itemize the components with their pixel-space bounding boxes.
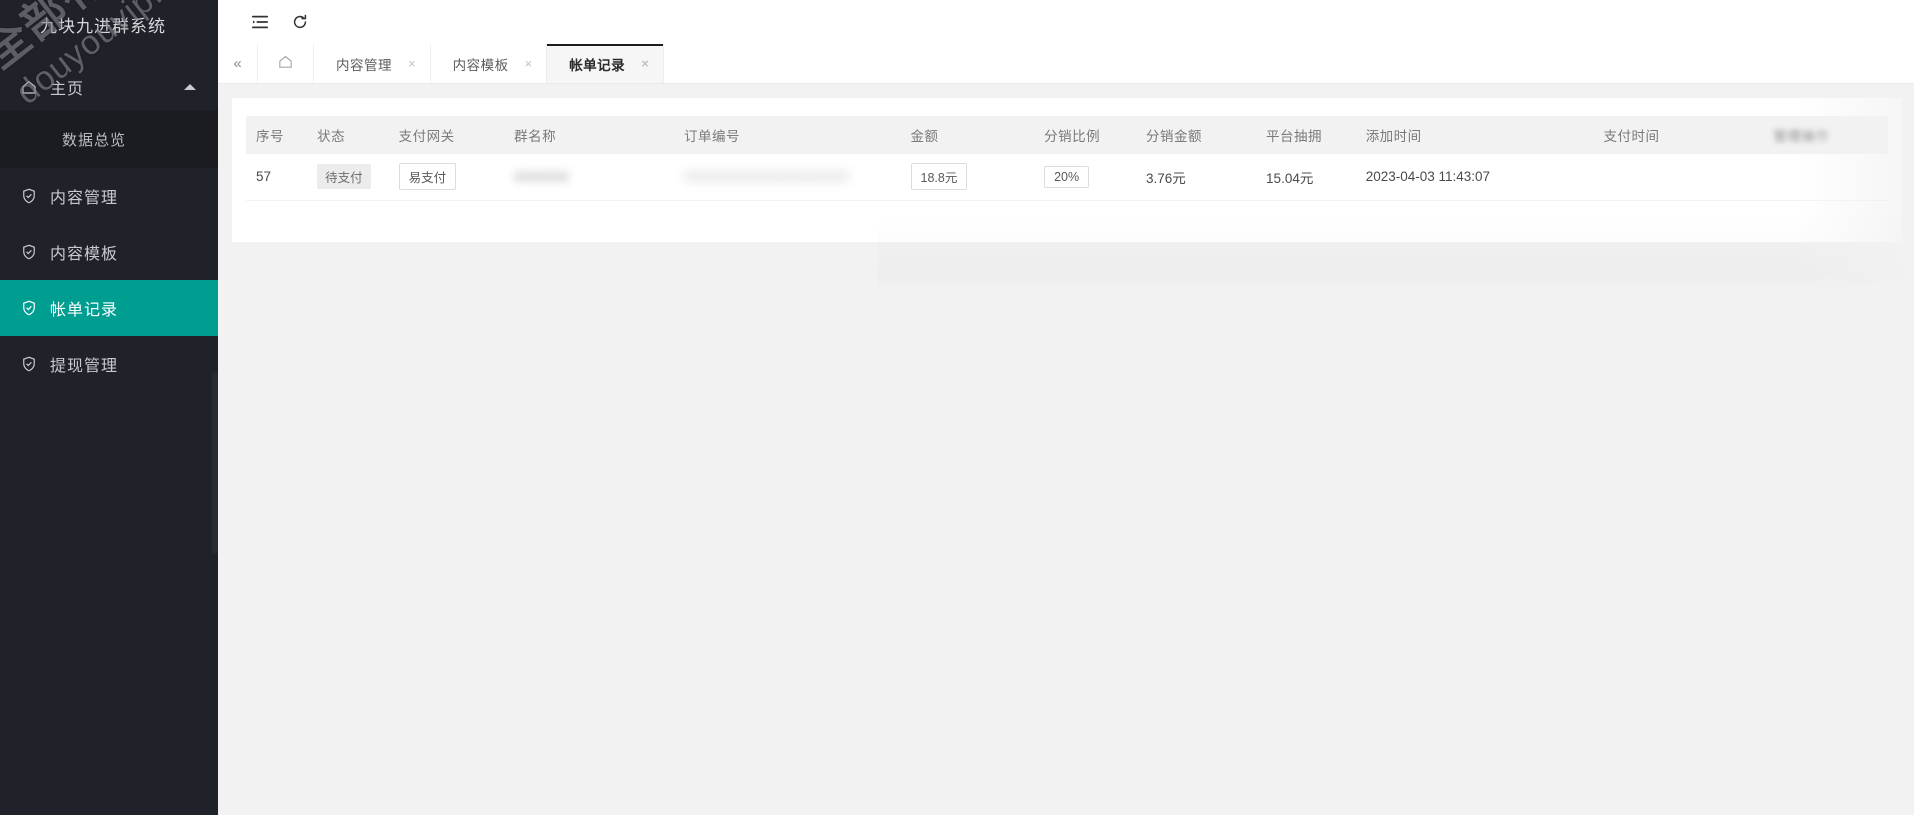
sidebar-item-label: 数据总览 — [62, 131, 127, 149]
sidebar-toggle-button[interactable] — [240, 2, 280, 42]
ratio-badge: 20% — [1044, 165, 1090, 188]
table-header-row: 序号 状态 支付网关 群名称 订单编号 金额 分销比例 分销金额 平台抽拥 添加… — [246, 116, 1888, 154]
chevron-up-icon[interactable] — [184, 84, 196, 90]
cell-status: 待支付 — [307, 154, 389, 201]
sidebar-item-label: 内容模板 — [50, 246, 119, 263]
home-outline-icon — [277, 53, 294, 75]
bill-records-table: 序号 状态 支付网关 群名称 订单编号 金额 分销比例 分销金额 平台抽拥 添加… — [246, 116, 1888, 201]
shield-check-icon — [20, 187, 38, 205]
sidebar-group-home[interactable]: 主页 — [0, 64, 218, 110]
app-logo-text: 九块九进群系统 — [40, 16, 166, 36]
bill-records-card: 序号 状态 支付网关 群名称 订单编号 金额 分销比例 分销金额 平台抽拥 添加… — [232, 98, 1902, 242]
column-header-operations-label: 管理操作 — [1773, 129, 1830, 144]
tabs-scroll-left-button[interactable]: « — [218, 44, 258, 83]
tab-content-template[interactable]: 内容模板 × — [430, 44, 548, 83]
column-header-group[interactable]: 群名称 — [504, 116, 675, 154]
sidebar-item-label: 提现管理 — [50, 358, 119, 375]
amount-badge: 18.8元 — [910, 163, 968, 191]
sidebar-item-label: 内容管理 — [50, 190, 119, 207]
main-area: « 内容管理 × 内容模板 × 帐单记录 × 序号 状态 支付网关 群名称 订单… — [218, 0, 1914, 815]
tab-home-button[interactable] — [258, 44, 314, 83]
content-area: 序号 状态 支付网关 群名称 订单编号 金额 分销比例 分销金额 平台抽拥 添加… — [218, 84, 1914, 815]
sidebar-item-bill-records[interactable]: 帐单记录 — [0, 280, 218, 336]
tab-bar: « 内容管理 × 内容模板 × 帐单记录 × — [218, 44, 1914, 84]
status-badge: 待支付 — [317, 164, 371, 190]
column-header-pay-time[interactable]: 支付时间 — [1593, 116, 1764, 154]
tab-close-icon[interactable]: × — [641, 57, 649, 70]
cell-pay-time — [1593, 154, 1764, 201]
column-header-add-time[interactable]: 添加时间 — [1355, 116, 1594, 154]
top-toolbar — [218, 0, 1914, 44]
column-header-platform-fee[interactable]: 平台抽拥 — [1256, 116, 1356, 154]
column-header-operations[interactable]: 管理操作 — [1763, 116, 1888, 154]
column-header-share[interactable]: 分销金额 — [1136, 116, 1257, 154]
table-row[interactable]: 57 待支付 易支付 XXXXXX XXXXXXXXXXXXXXXXXX 18.… — [246, 154, 1888, 201]
tab-close-icon[interactable]: × — [408, 57, 416, 70]
column-header-index[interactable]: 序号 — [246, 116, 308, 154]
cell-platform-fee: 15.04元 — [1256, 154, 1356, 201]
cell-group-name: XXXXXX — [504, 154, 675, 201]
tab-label: 内容模板 — [452, 57, 509, 73]
column-header-gateway[interactable]: 支付网关 — [388, 116, 505, 154]
table-head: 序号 状态 支付网关 群名称 订单编号 金额 分销比例 分销金额 平台抽拥 添加… — [246, 116, 1888, 154]
sidebar-item-data-overview[interactable]: 数据总览 — [0, 110, 218, 168]
chevrons-left-icon: « — [233, 55, 242, 72]
sidebar-group-home-label: 主页 — [50, 81, 85, 98]
sidebar-subnav-home: 数据总览 — [0, 110, 218, 168]
cell-ratio: 20% — [1034, 154, 1137, 201]
shield-check-icon — [20, 243, 38, 261]
cell-index: 57 — [246, 154, 308, 201]
group-name-value: XXXXXX — [514, 169, 570, 185]
shield-check-icon — [20, 299, 38, 317]
refresh-button[interactable] — [280, 2, 320, 42]
cell-add-time: 2023-04-03 11:43:07 — [1355, 154, 1594, 201]
home-icon — [20, 78, 38, 96]
tab-bill-records[interactable]: 帐单记录 × — [547, 44, 664, 83]
refresh-icon — [291, 13, 309, 31]
column-header-ratio[interactable]: 分销比例 — [1034, 116, 1137, 154]
order-number-value: XXXXXXXXXXXXXXXXXX — [684, 169, 850, 185]
sidebar-scrollbar[interactable] — [212, 372, 218, 554]
sidebar-item-withdraw-management[interactable]: 提现管理 — [0, 336, 218, 392]
gateway-badge: 易支付 — [398, 163, 457, 191]
cell-amount: 18.8元 — [900, 154, 1035, 201]
cell-operations[interactable] — [1763, 154, 1888, 201]
sidebar-item-content-management[interactable]: 内容管理 — [0, 168, 218, 224]
app-root: 九块九进群系统 主页 数据总览 内容管理 内容模板 帐单记录 提现管理 douy… — [0, 0, 1914, 815]
column-header-order[interactable]: 订单编号 — [674, 116, 901, 154]
app-logo: 九块九进群系统 — [0, 0, 218, 48]
column-header-amount[interactable]: 金额 — [900, 116, 1035, 154]
sidebar-nav: 主页 数据总览 内容管理 内容模板 帐单记录 提现管理 — [0, 64, 218, 392]
sidebar: 九块九进群系统 主页 数据总览 内容管理 内容模板 帐单记录 提现管理 douy… — [0, 0, 218, 815]
cell-share-amount: 3.76元 — [1136, 154, 1257, 201]
shield-check-icon — [20, 355, 38, 373]
column-header-status[interactable]: 状态 — [307, 116, 389, 154]
sidebar-item-label: 帐单记录 — [50, 302, 119, 319]
table-body: 57 待支付 易支付 XXXXXX XXXXXXXXXXXXXXXXXX 18.… — [246, 154, 1888, 201]
tab-content-management[interactable]: 内容管理 × — [314, 44, 431, 83]
cell-order-number: XXXXXXXXXXXXXXXXXX — [674, 154, 901, 201]
tab-label: 帐单记录 — [569, 57, 626, 73]
cell-gateway: 易支付 — [388, 154, 505, 201]
sidebar-item-content-template[interactable]: 内容模板 — [0, 224, 218, 280]
list-collapse-icon — [251, 13, 269, 31]
tab-close-icon[interactable]: × — [525, 57, 533, 70]
tab-label: 内容管理 — [336, 57, 392, 73]
